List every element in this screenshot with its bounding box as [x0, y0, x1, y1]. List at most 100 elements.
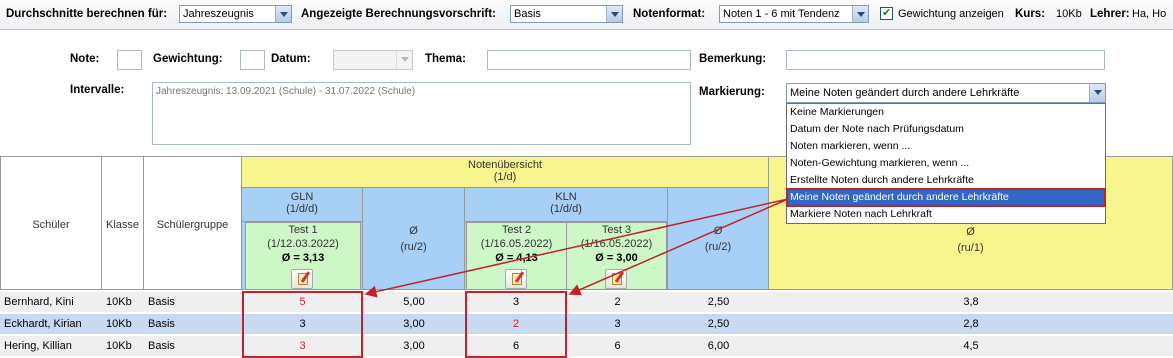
gln-title: GLN [290, 191, 314, 203]
marking-option-selected[interactable]: Meine Noten geändert durch andere Lehrkr… [786, 188, 1106, 207]
col-header-student[interactable]: Schüler [0, 156, 102, 290]
teacher-value: Ha, Ho [1132, 8, 1167, 20]
table-row[interactable]: Bernhard, Kini 10Kb Basis 5 5,00 3 2 2,5… [0, 292, 1173, 312]
test1-header[interactable]: Test 1 (1/12.03.2022) Ø = 3,13 [245, 222, 361, 290]
col-header-group[interactable]: Schülergruppe [144, 156, 242, 290]
overview-sub: (1/d) [493, 171, 517, 183]
overview-title: Notenübersicht [468, 159, 542, 171]
chevron-down-icon[interactable] [606, 6, 622, 22]
col-header-class[interactable]: Klasse [102, 156, 144, 290]
table-row[interactable]: Hering, Killian 10Kb Basis 3 3,00 6 6 6,… [0, 336, 1173, 356]
test2-name: Test 2 [501, 224, 532, 236]
course-label: Kurs: [1015, 8, 1046, 20]
col-header-class-label: Klasse [105, 219, 140, 231]
student-group: Basis [148, 296, 175, 308]
student-class: 10Kb [106, 318, 132, 330]
weight-label: Gewichtung: [153, 53, 223, 65]
teacher-label: Lehrer: [1090, 8, 1130, 20]
kln-avg-sub: (ru/2) [704, 241, 732, 253]
chevron-down-icon[interactable] [396, 51, 412, 69]
marking-option[interactable]: Erstellte Noten durch andere Lehrkräfte [787, 172, 1105, 189]
student-name: Eckhardt, Kirian [4, 318, 82, 330]
grade-cell[interactable]: 2 [567, 292, 668, 312]
edit-icon [298, 273, 308, 285]
student-group: Basis [148, 340, 175, 352]
total-average-cell: 3,8 [963, 296, 979, 308]
remark-input[interactable] [786, 50, 1105, 70]
averages-select[interactable]: Jahreszeugnis [179, 5, 292, 23]
gln-average-cell: 3,00 [403, 340, 425, 352]
topic-label: Thema: [425, 53, 466, 65]
intervals-textarea[interactable]: Jahreszeugnis: 13.09.2021 (Schule) - 31.… [152, 82, 691, 145]
note-input[interactable] [117, 50, 142, 70]
chevron-down-icon[interactable] [852, 6, 868, 22]
marking-option[interactable]: Keine Markierungen [787, 104, 1105, 121]
format-select[interactable]: Noten 1 - 6 mit Tendenz [719, 5, 869, 23]
marking-option[interactable]: Noten markieren, wenn ... [787, 138, 1105, 155]
gln-header: GLN (1/d/d) [242, 188, 363, 222]
gln-average-header: Ø (ru/2) [363, 188, 465, 290]
overview-header: Notenübersicht (1/d) [242, 156, 769, 188]
test3-name: Test 3 [601, 224, 632, 236]
test3-meta: (1/16.05.2022) [580, 238, 653, 250]
marking-select[interactable]: Meine Noten geändert durch andere Lehrkr… [786, 83, 1106, 103]
chevron-down-icon[interactable] [1089, 84, 1105, 102]
edit-test-button[interactable] [505, 269, 527, 289]
grade-cell[interactable]: 3 [242, 314, 363, 334]
format-select-value: Noten 1 - 6 mit Tendenz [723, 8, 840, 20]
intervals-label: Intervalle: [70, 84, 125, 96]
edit-icon [612, 273, 622, 285]
averages-label: Durchschnitte berechnen für: [6, 8, 168, 20]
topic-input[interactable] [487, 50, 691, 70]
marking-label: Markierung: [699, 86, 765, 98]
test2-header[interactable]: Test 2 (1/16.05.2022) Ø = 4,13 [466, 222, 567, 290]
gln-average-cell: 5,00 [403, 296, 425, 308]
marking-option[interactable]: Markiere Noten nach Lehrkraft [787, 206, 1105, 223]
table-row[interactable]: Eckhardt, Kirian 10Kb Basis 3 3,00 2 3 2… [0, 314, 1173, 334]
averages-select-value: Jahreszeugnis [183, 8, 254, 20]
rule-select-value: Basis [514, 8, 541, 20]
weight-input[interactable] [240, 50, 265, 70]
kln-average-cell: 6,00 [707, 340, 730, 352]
kln-header: KLN (1/d/d) [465, 188, 668, 222]
kln-average-cell: 2,50 [707, 296, 730, 308]
marking-option[interactable]: Noten-Gewichtung markieren, wenn ... [787, 155, 1105, 172]
grade-cell[interactable]: 5 [242, 292, 363, 312]
grade-cell[interactable]: 6 [567, 336, 668, 356]
toolbar: Durchschnitte berechnen für: Jahreszeugn… [0, 0, 1173, 30]
grade-cell[interactable]: 2 [465, 314, 567, 334]
rule-select[interactable]: Basis [510, 5, 623, 23]
test2-meta: (1/16.05.2022) [480, 238, 553, 250]
edit-icon [512, 273, 522, 285]
gln-avg-sub: (ru/2) [400, 241, 427, 253]
marking-select-value: Meine Noten geändert durch andere Lehrkr… [790, 87, 1020, 99]
marking-option[interactable]: Datum der Note nach Prüfungsdatum [787, 121, 1105, 138]
edit-test-button[interactable] [605, 269, 627, 289]
student-class: 10Kb [106, 296, 132, 308]
marking-dropdown-list: Keine Markierungen Datum der Note nach P… [786, 103, 1106, 224]
grade-cell[interactable]: 3 [567, 314, 668, 334]
grade-cell[interactable]: 3 [465, 292, 567, 312]
test3-header[interactable]: Test 3 (1/16.05.2022) Ø = 3,00 [567, 222, 667, 290]
test1-avg: Ø = 3,13 [281, 252, 325, 264]
kln-average-header: Ø (ru/2) [668, 188, 769, 290]
kln-sub: (1/d/d) [550, 203, 582, 215]
test2-avg: Ø = 4,13 [495, 252, 538, 264]
course-value: 10Kb [1056, 8, 1082, 20]
student-name: Hering, Killian [4, 340, 72, 352]
test1-meta: (1/12.03.2022) [267, 238, 339, 250]
total-average-cell: 2,8 [963, 318, 979, 330]
kln-average-cell: 2,50 [707, 318, 730, 330]
kln-title: KLN [555, 191, 577, 203]
edit-test-button[interactable] [291, 269, 313, 289]
grade-cell[interactable]: 3 [242, 336, 363, 356]
kln-avg-symbol: Ø [713, 225, 723, 237]
weighting-checkbox[interactable] [880, 6, 893, 20]
grade-cell[interactable]: 6 [465, 336, 567, 356]
gln-avg-symbol: Ø [409, 225, 418, 237]
date-picker[interactable] [333, 50, 413, 70]
test1-name: Test 1 [288, 224, 318, 236]
format-label: Notenformat: [633, 8, 706, 20]
chevron-down-icon[interactable] [275, 6, 291, 22]
total-avg-symbol: Ø [966, 226, 975, 238]
